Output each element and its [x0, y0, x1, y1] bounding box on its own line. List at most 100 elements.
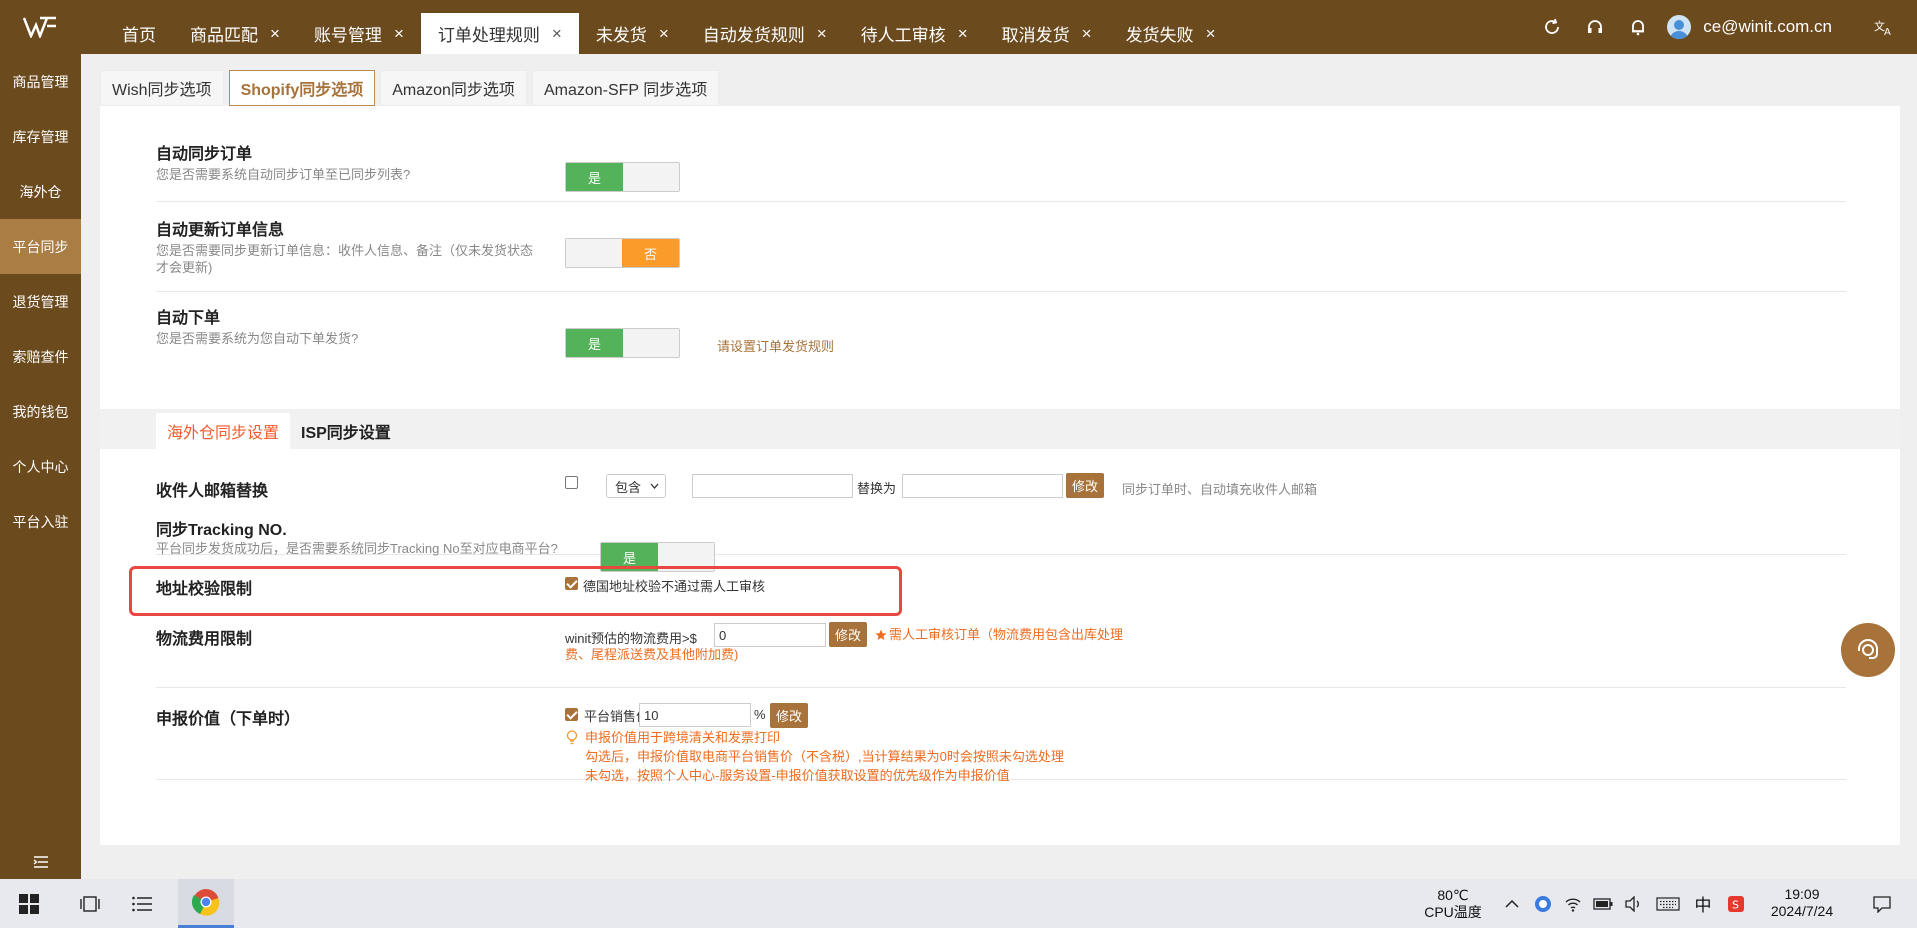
section-tabs-band: 海外仓同步设置 ISP同步设置 [100, 409, 1900, 449]
translate-icon[interactable]: 文A [1862, 0, 1905, 54]
user-account[interactable]: ce@winit.com.cn [1667, 15, 1832, 39]
setting-auto-update: 自动更新订单信息 您是否需要同步更新订单信息：收件人信息、备注（仅未发货状态 才… [156, 202, 1846, 292]
email-replacement-input[interactable] [902, 474, 1063, 498]
setting-title: 收件人邮箱替换 [156, 483, 269, 500]
tab-overseas-warehouse-sync[interactable]: 海外仓同步设置 [156, 413, 291, 449]
windows-start-icon[interactable] [0, 879, 58, 928]
tab-manual-review[interactable]: 待人工审核 × [844, 13, 985, 54]
user-email: ce@winit.com.cn [1703, 17, 1832, 36]
sidebar: 商品管理 库存管理 海外仓 平台同步 退货管理 索赔查件 我的钱包 个人中心 平… [0, 54, 81, 879]
winit-logo[interactable] [0, 0, 80, 54]
sogou-icon[interactable]: S [1723, 879, 1749, 928]
sidebar-item-overseas-warehouse[interactable]: 海外仓 [0, 164, 81, 219]
toggle-off-area [623, 329, 679, 357]
tab-order-rules[interactable]: 订单处理规则 × [420, 13, 579, 54]
tab-unshipped[interactable]: 未发货 × [579, 13, 686, 54]
svg-text:A: A [1884, 27, 1891, 36]
setting-title: 自动下单 [156, 310, 221, 327]
tab-cancel-shipping[interactable]: 取消发货 × [985, 13, 1109, 54]
sidebar-item-wallet[interactable]: 我的钱包 [0, 384, 81, 439]
headset-icon[interactable] [1573, 0, 1616, 54]
sidebar-item-inventory[interactable]: 库存管理 [0, 109, 81, 164]
collapse-menu-icon[interactable] [0, 855, 81, 869]
email-match-input[interactable] [692, 474, 853, 498]
tab-shopify-sync[interactable]: Shopify同步选项 [228, 70, 376, 106]
email-modify-button[interactable]: 修改 [1066, 473, 1105, 498]
tab-isp-sync[interactable]: ISP同步设置 [290, 413, 402, 449]
tab-label: 待人工审核 [860, 26, 946, 45]
setting-desc: 平台同步发货成功后，是否需要系统同步Tracking No至对应电商平台? [156, 541, 558, 556]
chrome-icon[interactable] [178, 879, 234, 928]
tab-ship-failed[interactable]: 发货失败 × [1109, 13, 1233, 54]
sidebar-item-personal-center[interactable]: 个人中心 [0, 439, 81, 494]
declared-note-2: 勾选后，申报价值取电商平台销售价（不含税）,当计算结果为0时会按照未勾选处理 [585, 749, 1064, 764]
refresh-icon[interactable] [1530, 0, 1573, 54]
support-float-button[interactable] [1841, 623, 1895, 677]
close-icon[interactable]: × [394, 24, 404, 44]
tab-label: 发货失败 [1125, 26, 1194, 45]
notification-icon[interactable] [1862, 879, 1902, 928]
setting-title: 申报价值（下单时） [156, 711, 301, 728]
email-replace-checkbox[interactable] [565, 476, 578, 489]
cpu-temp-label: CPU温度 [1424, 904, 1482, 920]
toggle-on-area [566, 239, 622, 267]
tab-wish-sync[interactable]: Wish同步选项 [100, 70, 224, 106]
replace-with-label: 替换为 [857, 481, 897, 496]
windows-taskbar: 80℃ CPU温度 中 S 19:09 2024/7/24 [0, 879, 1917, 928]
auto-order-toggle[interactable]: 是 [565, 328, 680, 358]
svg-text:S: S [1732, 898, 1739, 911]
match-type-select[interactable]: 包含 [606, 474, 666, 498]
setting-title: 同步Tracking NO. [156, 522, 287, 539]
close-icon[interactable]: × [270, 24, 280, 44]
declared-modify-button[interactable]: 修改 [770, 703, 809, 728]
close-icon[interactable]: × [817, 24, 827, 44]
setting-title: 自动更新订单信息 [156, 222, 285, 239]
browser-tray-icon[interactable] [1530, 879, 1556, 928]
tab-label: 未发货 [595, 26, 647, 45]
main-content: Wish同步选项 Shopify同步选项 Amazon同步选项 Amazon-S… [100, 70, 1900, 845]
tab-label: 自动发货规则 [702, 26, 805, 45]
logistics-fee-input[interactable]: 0 [714, 623, 826, 647]
setting-desc: 您是否需要系统为您自动下单发货? [156, 331, 359, 346]
bell-icon[interactable] [1616, 0, 1659, 54]
close-icon[interactable]: × [659, 24, 669, 44]
chevron-up-icon[interactable] [1500, 879, 1524, 928]
volume-icon[interactable] [1620, 879, 1646, 928]
keyboard-icon[interactable] [1652, 879, 1684, 928]
clock-time: 19:09 [1784, 886, 1820, 902]
close-icon[interactable]: × [958, 24, 968, 44]
tab-account[interactable]: 账号管理 × [297, 13, 421, 54]
logistics-modify-button[interactable]: 修改 [829, 622, 868, 647]
avatar [1667, 15, 1692, 39]
sidebar-item-returns[interactable]: 退货管理 [0, 274, 81, 329]
declared-note-1: 申报价值用于跨境清关和发票打印 [585, 730, 781, 745]
clock-date: 2024/7/24 [1770, 903, 1834, 919]
ime-indicator[interactable]: 中 [1690, 879, 1716, 928]
tab-product-match[interactable]: 商品匹配 × [173, 13, 297, 54]
auto-update-toggle[interactable]: 否 [565, 238, 680, 268]
close-icon[interactable]: × [552, 24, 562, 44]
battery-icon[interactable] [1590, 879, 1616, 928]
sidebar-item-products[interactable]: 商品管理 [0, 54, 81, 109]
tab-home[interactable]: 首页 [105, 13, 173, 54]
declared-percent-input[interactable]: 10 [639, 703, 751, 727]
sidebar-item-claims[interactable]: 索赔查件 [0, 329, 81, 384]
close-icon[interactable]: × [1206, 24, 1216, 44]
tab-amazon-sfp-sync[interactable]: Amazon-SFP 同步选项 [531, 70, 720, 106]
wifi-icon[interactable] [1560, 879, 1586, 928]
setting-desc: 您是否需要同步更新订单信息：收件人信息、备注（仅未发货状态 [156, 243, 534, 258]
cpu-temperature: 80℃ CPU温度 [1421, 887, 1485, 921]
customer-service-icon [1858, 639, 1878, 659]
task-view-icon[interactable] [70, 879, 110, 928]
clock[interactable]: 19:09 2024/7/24 [1760, 886, 1844, 920]
auto-sync-toggle[interactable]: 是 [565, 162, 680, 192]
platform-price-checkbox[interactable] [565, 708, 578, 721]
list-icon[interactable] [122, 879, 162, 928]
setting-auto-sync: 自动同步订单 您是否需要系统自动同步订单至已同步列表? 是 [156, 106, 1846, 202]
tab-auto-ship-rules[interactable]: 自动发货规则 × [686, 13, 844, 54]
sidebar-item-platform-sync[interactable]: 平台同步 [0, 219, 81, 274]
sidebar-item-platform-onboarding[interactable]: 平台入驻 [0, 494, 81, 549]
close-icon[interactable]: × [1082, 24, 1092, 44]
tab-amazon-sync[interactable]: Amazon同步选项 [380, 70, 527, 106]
set-shipping-rules-link[interactable]: 请设置订单发货规则 [717, 336, 834, 355]
